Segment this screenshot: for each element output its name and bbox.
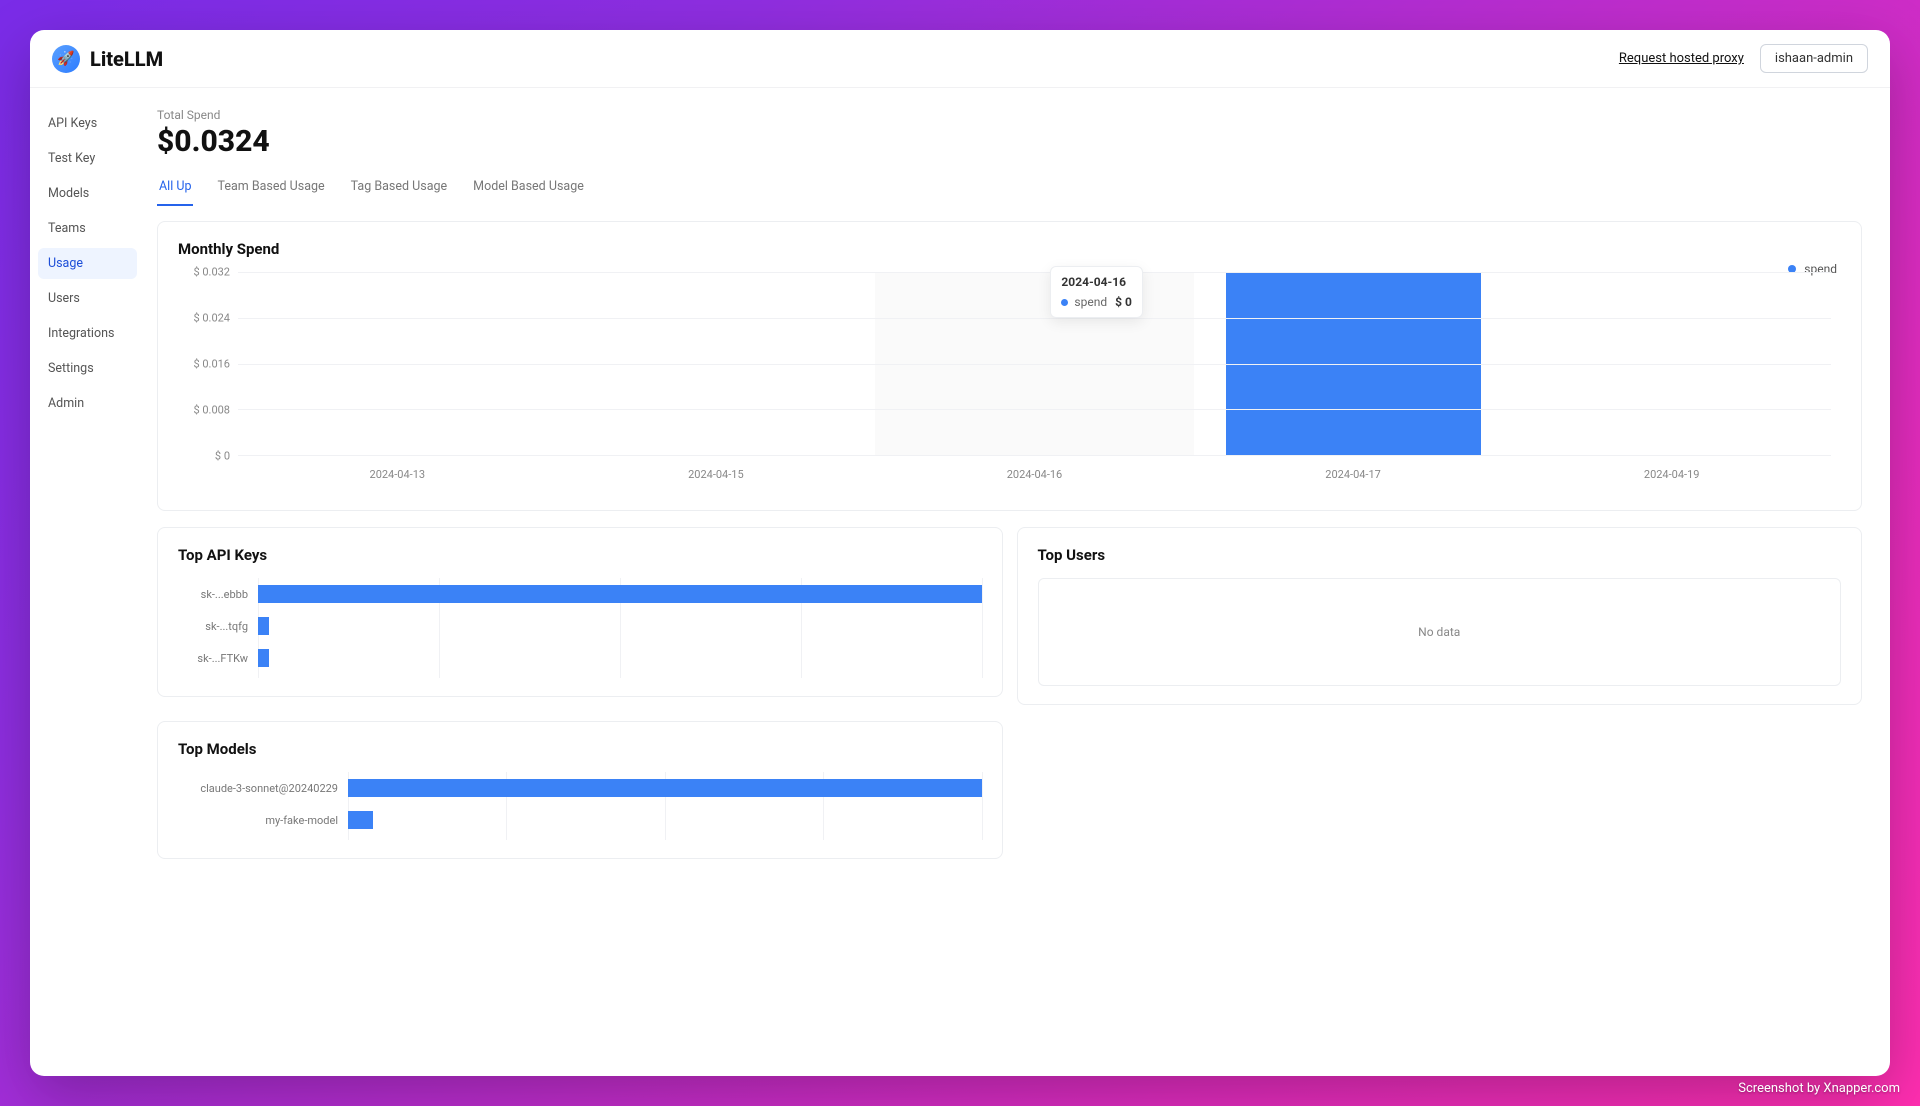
top-models-title: Top Models — [178, 740, 982, 758]
hbar-fill[interactable] — [258, 585, 982, 603]
tab-all-up[interactable]: All Up — [157, 173, 193, 206]
app-body: API Keys Test Key Models Teams Usage Use… — [30, 88, 1890, 1076]
top-api-keys-chart[interactable]: sk-...ebbb sk-...tqfg sk-...FTKw — [178, 578, 982, 678]
brand-name: LiteLLM — [90, 47, 163, 71]
sidebar-item-usage[interactable]: Usage — [38, 248, 137, 279]
total-spend-value: $0.0324 — [157, 124, 1862, 159]
app-header: 🚀 LiteLLM Request hosted proxy ishaan-ad… — [30, 30, 1890, 88]
monthly-spend-card: Monthly Spend spend $ 0.032$ 0.024$ 0.01… — [157, 221, 1862, 511]
brand: 🚀 LiteLLM — [52, 45, 163, 73]
tab-tag-based[interactable]: Tag Based Usage — [349, 173, 450, 206]
app-window: 🚀 LiteLLM Request hosted proxy ishaan-ad… — [30, 30, 1890, 1076]
x-tick-label: 2024-04-13 — [238, 460, 557, 492]
hbar-fill[interactable] — [348, 811, 373, 829]
y-tick-label: $ 0 — [178, 450, 230, 463]
y-tick-label: $ 0.016 — [178, 358, 230, 371]
hbar-label: sk-...FTKw — [178, 652, 258, 665]
hbar-label: claude-3-sonnet@20240229 — [178, 782, 348, 795]
top-models-chart[interactable]: claude-3-sonnet@20240229 my-fake-model — [178, 772, 982, 840]
usage-tabs: All Up Team Based Usage Tag Based Usage … — [157, 173, 1862, 207]
y-tick-label: $ 0.024 — [178, 312, 230, 325]
x-tick-label: 2024-04-19 — [1512, 460, 1831, 492]
watermark-text: Screenshot by Xnapper.com — [1738, 1081, 1900, 1096]
top-api-keys-title: Top API Keys — [178, 546, 982, 564]
hbar-label: sk-...tqfg — [178, 620, 258, 633]
hbar-fill[interactable] — [258, 649, 269, 667]
monthly-spend-title: Monthly Spend — [178, 240, 1841, 258]
y-tick-label: $ 0.008 — [178, 404, 230, 417]
top-api-keys-card: Top API Keys sk-...ebbb sk-...tqfg sk-...F… — [157, 527, 1003, 697]
tooltip-value: $ 0 — [1115, 295, 1132, 309]
sidebar-item-users[interactable]: Users — [38, 283, 137, 314]
top-users-title: Top Users — [1038, 546, 1842, 564]
tooltip-series: spend — [1074, 295, 1107, 309]
monthly-spend-chart[interactable]: $ 0.032$ 0.024$ 0.016$ 0.008$ 0 2024-04-… — [238, 272, 1831, 492]
user-menu-button[interactable]: ishaan-admin — [1760, 44, 1868, 73]
hbar-fill[interactable] — [348, 779, 982, 797]
y-tick-label: $ 0.032 — [178, 266, 230, 279]
top-users-nodata: No data — [1038, 578, 1842, 686]
sidebar-item-teams[interactable]: Teams — [38, 213, 137, 244]
tab-model-based[interactable]: Model Based Usage — [471, 173, 586, 206]
tooltip-dot-icon — [1061, 299, 1068, 306]
request-hosted-proxy-link[interactable]: Request hosted proxy — [1619, 51, 1744, 66]
top-models-card: Top Models claude-3-sonnet@20240229 my-fa… — [157, 721, 1003, 859]
sidebar-item-settings[interactable]: Settings — [38, 353, 137, 384]
sidebar-item-models[interactable]: Models — [38, 178, 137, 209]
sidebar-item-integrations[interactable]: Integrations — [38, 318, 137, 349]
hbar-label: my-fake-model — [178, 814, 348, 827]
hbar-label: sk-...ebbb — [178, 588, 258, 601]
sidebar-item-api-keys[interactable]: API Keys — [38, 108, 137, 139]
tab-team-based[interactable]: Team Based Usage — [215, 173, 326, 206]
sidebar-item-test-key[interactable]: Test Key — [38, 143, 137, 174]
top-users-card: Top Users No data — [1017, 527, 1863, 705]
x-tick-label: 2024-04-17 — [1194, 460, 1513, 492]
brand-logo-icon: 🚀 — [52, 45, 80, 73]
hbar-fill[interactable] — [258, 617, 269, 635]
sidebar-item-admin[interactable]: Admin — [38, 388, 137, 419]
sidebar: API Keys Test Key Models Teams Usage Use… — [30, 88, 145, 1076]
tooltip-date: 2024-04-16 — [1061, 275, 1131, 289]
x-tick-label: 2024-04-16 — [875, 460, 1194, 492]
total-spend-label: Total Spend — [157, 108, 1862, 122]
x-tick-label: 2024-04-15 — [557, 460, 876, 492]
main-content: Total Spend $0.0324 All Up Team Based Us… — [145, 88, 1890, 1076]
chart-tooltip: 2024-04-16 spend $ 0 — [1050, 266, 1142, 318]
rocket-icon: 🚀 — [57, 51, 74, 67]
